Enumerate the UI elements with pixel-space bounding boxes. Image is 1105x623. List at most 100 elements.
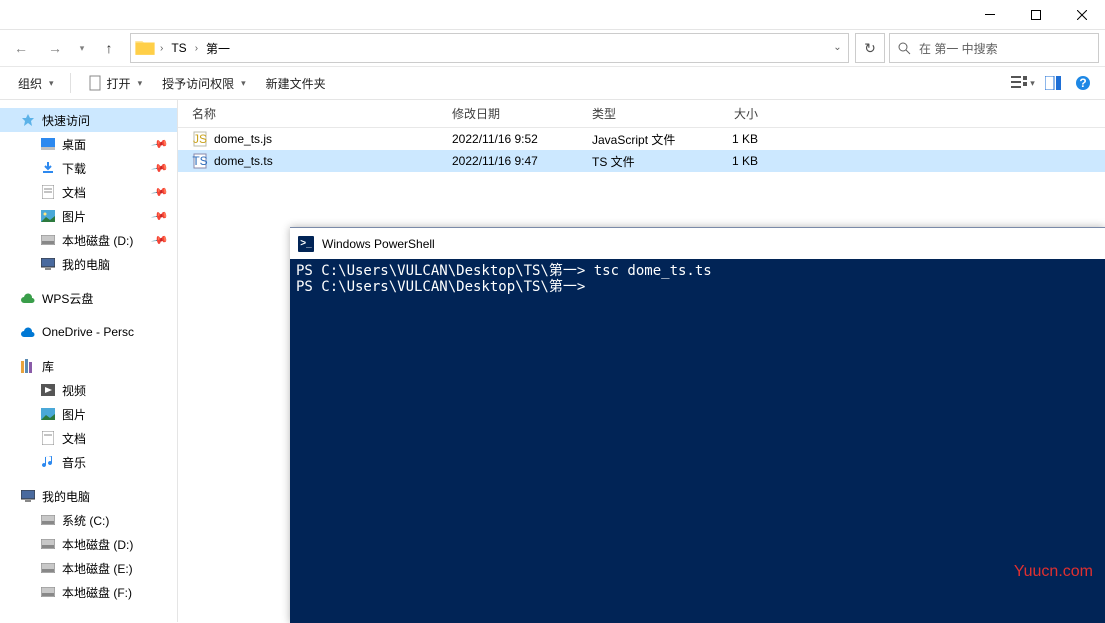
sidebar-item-wps[interactable]: WPS云盘 <box>0 286 177 310</box>
close-button[interactable] <box>1059 0 1105 29</box>
file-type: TS 文件 <box>578 153 698 170</box>
minimize-button[interactable] <box>967 0 1013 29</box>
pin-icon: 📌 <box>151 231 170 250</box>
sidebar-item-music[interactable]: 音乐 <box>0 450 177 474</box>
search-input[interactable]: 在 第一 中搜索 <box>889 33 1099 63</box>
sidebar-item-mypc[interactable]: 我的电脑 <box>0 252 177 276</box>
file-row[interactable]: TS dome_ts.ts 2022/11/16 9:47 TS 文件 1 KB <box>178 150 1105 172</box>
back-button[interactable]: ← <box>6 34 36 62</box>
desktop-icon <box>40 136 56 152</box>
video-icon <box>40 382 56 398</box>
pin-icon: 📌 <box>151 135 170 154</box>
sidebar-item-local-d[interactable]: 本地磁盘 (D:)📌 <box>0 228 177 252</box>
drive-icon <box>40 512 56 528</box>
preview-pane-button[interactable] <box>1041 71 1065 95</box>
up-button[interactable]: ↑ <box>94 34 124 62</box>
view-options-button[interactable]: ▾ <box>1011 71 1035 95</box>
sidebar-item-locale[interactable]: 本地磁盘 (E:) <box>0 556 177 580</box>
sidebar-item-lib-pictures[interactable]: 图片 <box>0 402 177 426</box>
maximize-button[interactable] <box>1013 0 1059 29</box>
powershell-window[interactable]: >_ Windows PowerShell PS C:\Users\VULCAN… <box>290 227 1105 623</box>
file-name: dome_ts.js <box>214 132 272 146</box>
file-row[interactable]: JS dome_ts.js 2022/11/16 9:52 JavaScript … <box>178 128 1105 150</box>
sidebar-item-sysc[interactable]: 系统 (C:) <box>0 508 177 532</box>
library-icon <box>20 358 36 374</box>
address-dropdown[interactable]: ⌄ <box>826 34 848 62</box>
forward-button[interactable]: → <box>40 34 70 62</box>
chevron-down-icon: ▾ <box>1030 78 1035 89</box>
star-icon <box>20 112 36 128</box>
drive-icon <box>40 232 56 248</box>
address-bar[interactable]: › TS › 第一 ⌄ <box>130 33 849 63</box>
refresh-button[interactable]: ↻ <box>855 33 885 63</box>
svg-text:TS: TS <box>192 154 207 168</box>
sidebar-item-pictures[interactable]: 图片📌 <box>0 204 177 228</box>
file-name: dome_ts.ts <box>214 154 273 168</box>
drive-icon <box>40 584 56 600</box>
download-icon <box>40 160 56 176</box>
chevron-down-icon: ▾ <box>49 78 54 89</box>
sidebar-item-quickaccess[interactable]: 快速访问 <box>0 108 177 132</box>
new-folder-button[interactable]: 新建文件夹 <box>258 70 334 96</box>
js-file-icon: JS <box>192 131 208 147</box>
drive-icon <box>40 536 56 552</box>
powershell-icon: >_ <box>298 236 314 252</box>
column-size[interactable]: 大小 <box>698 105 768 122</box>
sidebar-item-locald2[interactable]: 本地磁盘 (D:) <box>0 532 177 556</box>
sidebar-item-downloads[interactable]: 下载📌 <box>0 156 177 180</box>
watermark-text: Yuucn.com <box>1014 563 1093 581</box>
history-dropdown[interactable]: ▾ <box>74 34 90 62</box>
pictures-icon <box>40 406 56 422</box>
navigation-sidebar: 快速访问 桌面📌 下载📌 文档📌 图片📌 本地磁盘 (D:)📌 我的电脑 WPS… <box>0 100 178 622</box>
navigation-row: ← → ▾ ↑ › TS › 第一 ⌄ ↻ 在 第一 中搜索 <box>0 30 1105 66</box>
document-icon <box>40 430 56 446</box>
computer-icon <box>20 488 36 504</box>
breadcrumb-part[interactable]: 第一 <box>202 40 234 57</box>
cloud-icon <box>20 324 36 340</box>
command-toolbar: 组织▾ 打开▾ 授予访问权限▾ 新建文件夹 ▾ ? <box>0 66 1105 100</box>
file-type: JavaScript 文件 <box>578 131 698 148</box>
organize-button[interactable]: 组织▾ <box>10 70 62 96</box>
search-icon <box>898 42 911 55</box>
pin-icon: 📌 <box>151 183 170 202</box>
search-placeholder: 在 第一 中搜索 <box>919 40 998 57</box>
sidebar-item-onedrive[interactable]: OneDrive - Persc <box>0 320 177 344</box>
music-icon <box>40 454 56 470</box>
file-date: 2022/11/16 9:47 <box>438 154 578 168</box>
powershell-title-text: Windows PowerShell <box>322 237 435 251</box>
powershell-terminal[interactable]: PS C:\Users\VULCAN\Desktop\TS\第一> tsc do… <box>290 259 1105 299</box>
file-date: 2022/11/16 9:52 <box>438 132 578 146</box>
sidebar-item-video[interactable]: 视频 <box>0 378 177 402</box>
column-headers: 名称 修改日期 类型 大小 <box>178 100 1105 128</box>
ts-file-icon: TS <box>192 153 208 169</box>
sidebar-item-library[interactable]: 库 <box>0 354 177 378</box>
pin-icon: 📌 <box>151 207 170 226</box>
chevron-down-icon: ▾ <box>138 78 143 89</box>
svg-text:JS: JS <box>193 132 207 146</box>
sidebar-item-mypc2[interactable]: 我的电脑 <box>0 484 177 508</box>
sidebar-item-documents[interactable]: 文档📌 <box>0 180 177 204</box>
grant-access-button[interactable]: 授予访问权限▾ <box>154 70 254 96</box>
column-date[interactable]: 修改日期 <box>438 105 578 122</box>
open-button[interactable]: 打开▾ <box>79 70 151 96</box>
file-icon <box>87 75 103 91</box>
column-type[interactable]: 类型 <box>578 105 698 122</box>
file-size: 1 KB <box>698 154 768 168</box>
chevron-right-icon: › <box>191 43 202 54</box>
column-name[interactable]: 名称 <box>178 105 438 122</box>
breadcrumb-part[interactable]: TS <box>167 41 190 55</box>
window-titlebar <box>0 0 1105 30</box>
folder-icon <box>134 37 156 59</box>
chevron-right-icon: › <box>156 43 167 54</box>
computer-icon <box>40 256 56 272</box>
svg-text:?: ? <box>1079 76 1086 90</box>
sidebar-item-desktop[interactable]: 桌面📌 <box>0 132 177 156</box>
pin-icon: 📌 <box>151 159 170 178</box>
powershell-titlebar[interactable]: >_ Windows PowerShell <box>290 228 1105 259</box>
pictures-icon <box>40 208 56 224</box>
file-size: 1 KB <box>698 132 768 146</box>
drive-icon <box>40 560 56 576</box>
sidebar-item-lib-docs[interactable]: 文档 <box>0 426 177 450</box>
sidebar-item-localf[interactable]: 本地磁盘 (F:) <box>0 580 177 604</box>
help-button[interactable]: ? <box>1071 71 1095 95</box>
